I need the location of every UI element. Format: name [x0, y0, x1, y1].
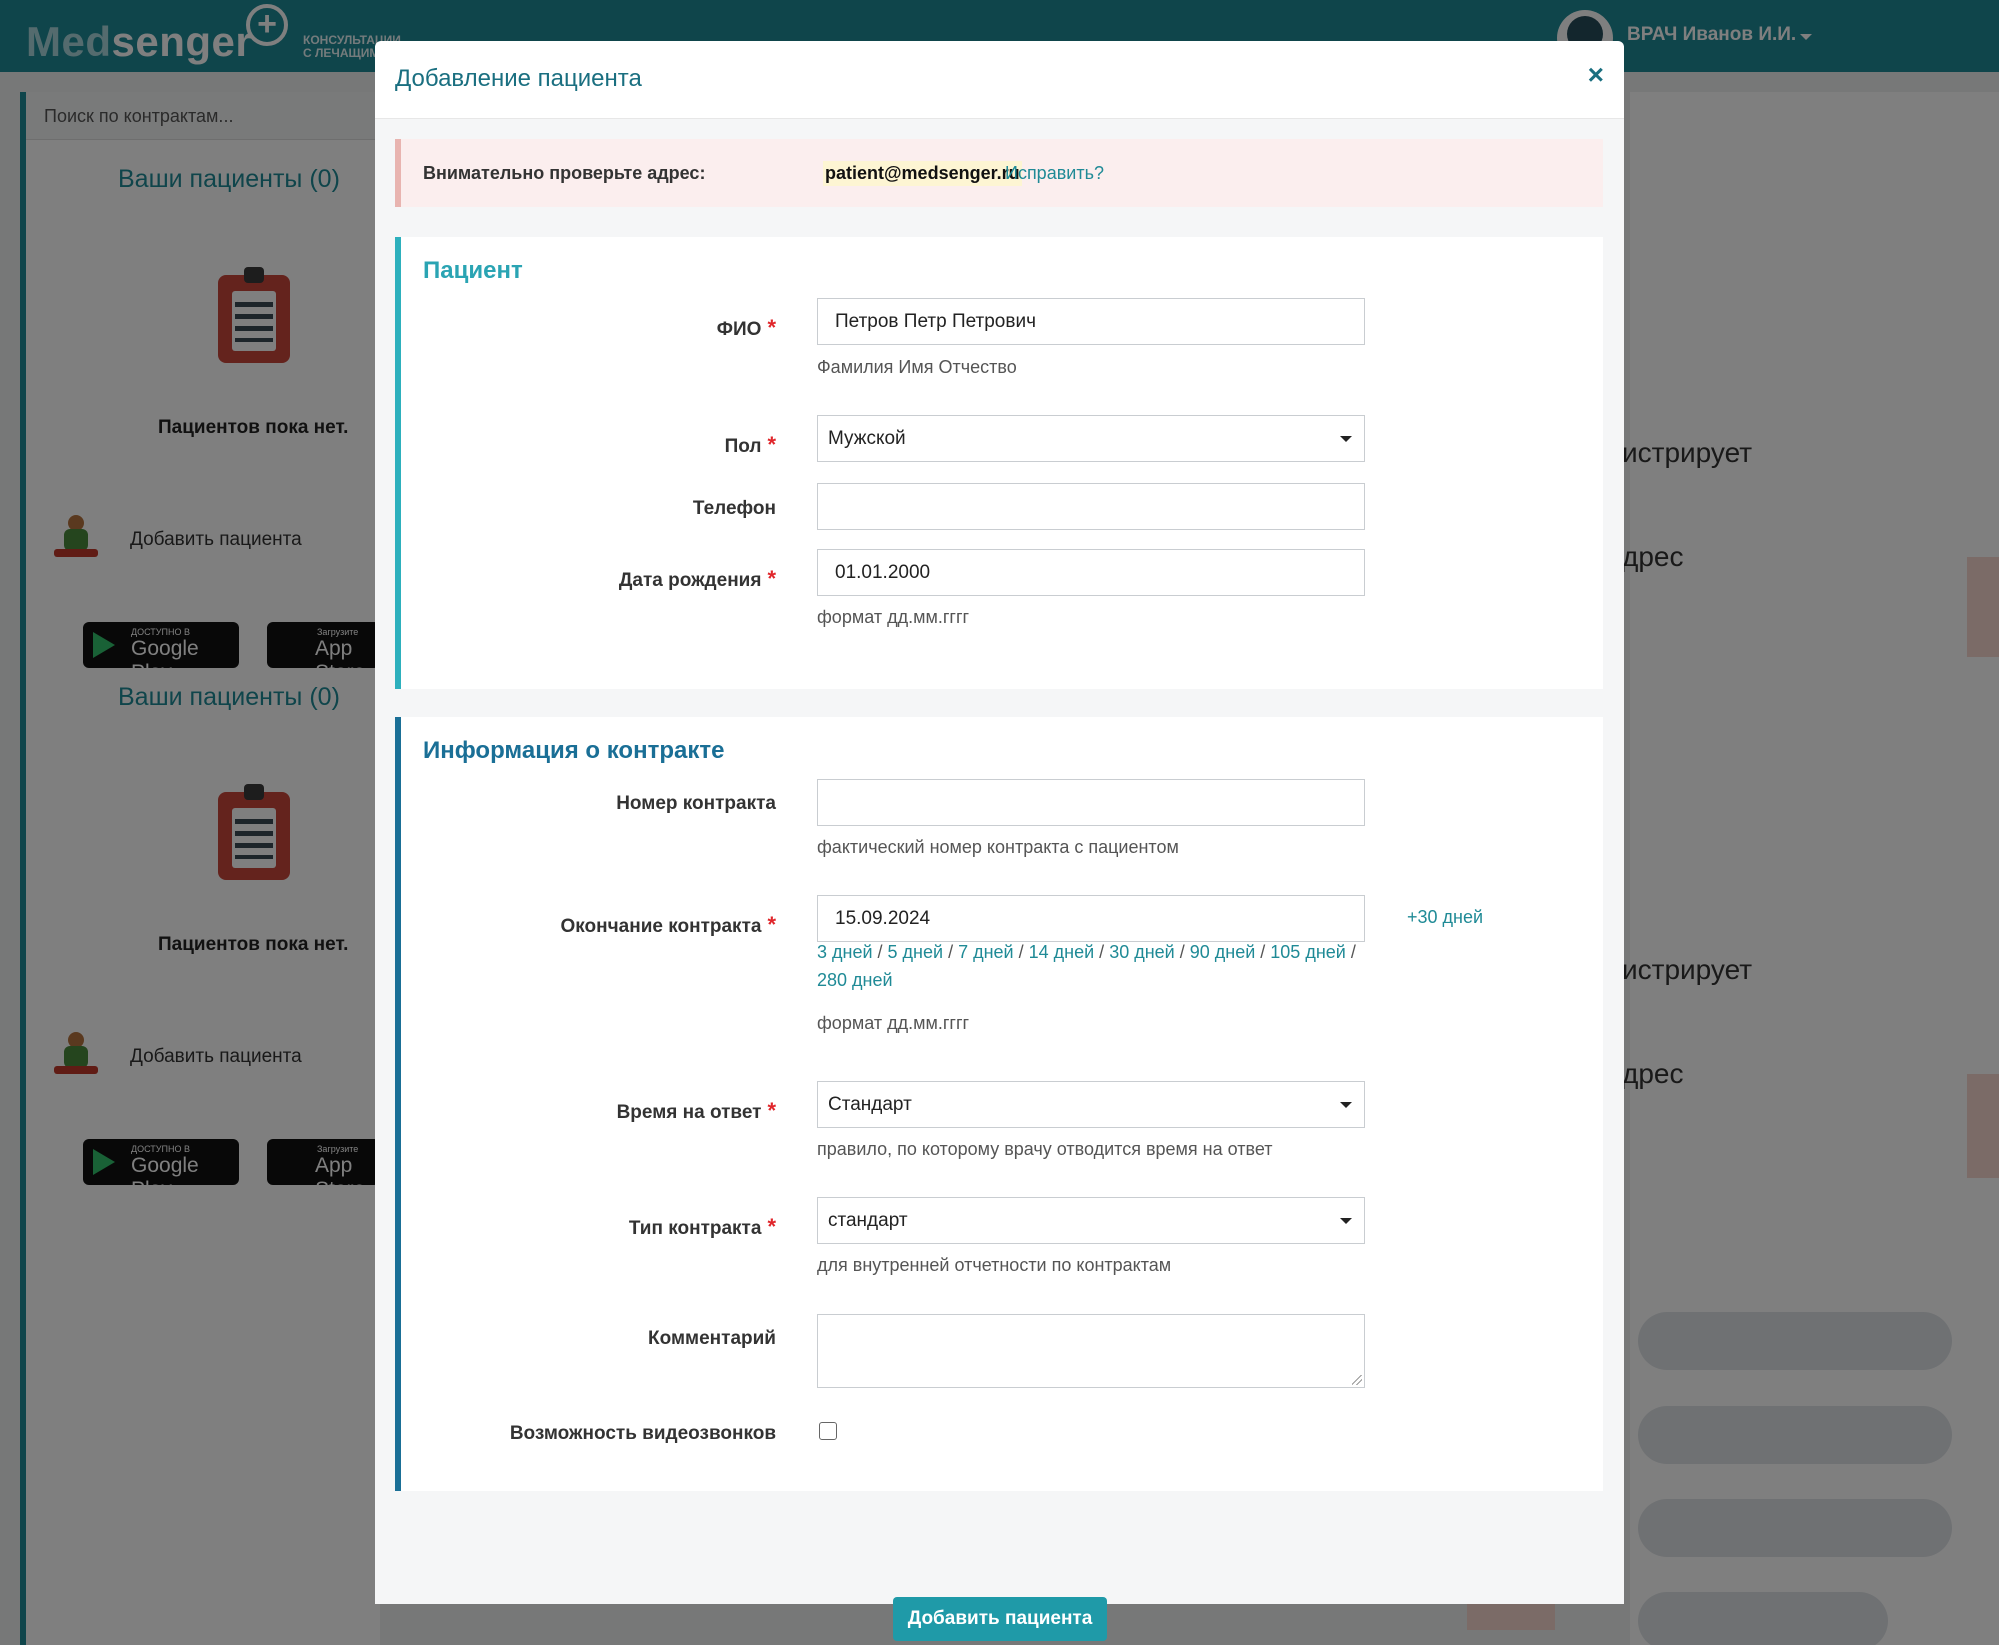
- sex-select[interactable]: Мужской: [817, 415, 1365, 462]
- video-call-label: Возможность видеозвонков: [509, 1423, 776, 1444]
- add-patient-button[interactable]: Добавить пациента: [893, 1597, 1107, 1641]
- birth-date-field[interactable]: 01.01.2000: [817, 549, 1365, 596]
- contract-number-help: фактический номер контракта с пациентом: [817, 837, 1179, 857]
- fio-label: ФИО *: [716, 315, 776, 340]
- contract-section: Информация о контракте Номер контракта ф…: [395, 717, 1603, 1491]
- plus-30-days-link[interactable]: +30 дней: [1407, 907, 1483, 928]
- fio-field[interactable]: Петров Петр Петрович: [817, 298, 1365, 345]
- contract-end-help: формат дд.мм.гггг: [817, 1013, 970, 1033]
- quick-link-30[interactable]: 30 дней: [1109, 942, 1175, 962]
- fix-email-link[interactable]: Исправить?: [1005, 163, 1104, 184]
- contract-number-field[interactable]: [817, 779, 1365, 826]
- comment-textarea[interactable]: [817, 1314, 1365, 1388]
- response-time-help: правило, по которому врачу отводится вре…: [817, 1139, 1273, 1159]
- video-call-checkbox[interactable]: [819, 1422, 837, 1440]
- contract-type-label: Тип контракта *: [628, 1214, 776, 1239]
- quick-link-7[interactable]: 7 дней: [958, 942, 1014, 962]
- section-title: Пациент: [423, 257, 523, 284]
- modal-body: Внимательно проверьте адрес: patient@med…: [375, 119, 1624, 1641]
- fio-help: Фамилия Имя Отчество: [817, 357, 1017, 377]
- quick-link-5[interactable]: 5 дней: [888, 942, 944, 962]
- email-alert: Внимательно проверьте адрес: patient@med…: [395, 139, 1603, 207]
- patient-section: Пациент ФИО * Петров Петр Петрович Фамили…: [395, 237, 1603, 689]
- section-title: Информация о контракте: [423, 737, 725, 764]
- contract-type-select[interactable]: стандарт: [817, 1197, 1365, 1244]
- quick-link-280[interactable]: 280 дней: [817, 970, 893, 990]
- response-time-label: Время на ответ *: [616, 1098, 776, 1123]
- alert-email: patient@medsenger.ru: [823, 161, 1022, 186]
- birth-label: Дата рождения *: [618, 566, 776, 591]
- close-icon[interactable]: ×: [1588, 59, 1604, 91]
- quick-link-3[interactable]: 3 дней: [817, 942, 873, 962]
- phone-field[interactable]: [817, 483, 1365, 530]
- alert-label: Внимательно проверьте адрес:: [423, 163, 706, 183]
- quick-link-90[interactable]: 90 дней: [1190, 942, 1256, 962]
- quick-link-14[interactable]: 14 дней: [1029, 942, 1095, 962]
- contract-end-label: Окончание контракта *: [560, 912, 776, 937]
- contract-type-help: для внутренней отчетности по контрактам: [817, 1255, 1172, 1275]
- quick-duration-links: 3 дней / 5 дней / 7 дней / 14 дней / 30 …: [817, 942, 1356, 990]
- comment-label: Комментарий: [648, 1328, 776, 1349]
- modal-header: Добавление пациента ×: [375, 41, 1624, 119]
- response-time-select[interactable]: Стандарт: [817, 1081, 1365, 1128]
- quick-link-105[interactable]: 105 дней: [1270, 942, 1346, 962]
- sex-label: Пол *: [724, 432, 776, 457]
- contract-end-field[interactable]: 15.09.2024: [817, 895, 1365, 942]
- resize-grip-icon[interactable]: [1352, 1375, 1362, 1385]
- add-patient-modal: Добавление пациента × Внимательно провер…: [375, 41, 1624, 1641]
- modal-title: Добавление пациента: [395, 65, 642, 92]
- birth-help: формат дд.мм.гггг: [817, 607, 970, 627]
- contract-number-label: Номер контракта: [616, 793, 776, 814]
- phone-label: Телефон: [692, 498, 776, 519]
